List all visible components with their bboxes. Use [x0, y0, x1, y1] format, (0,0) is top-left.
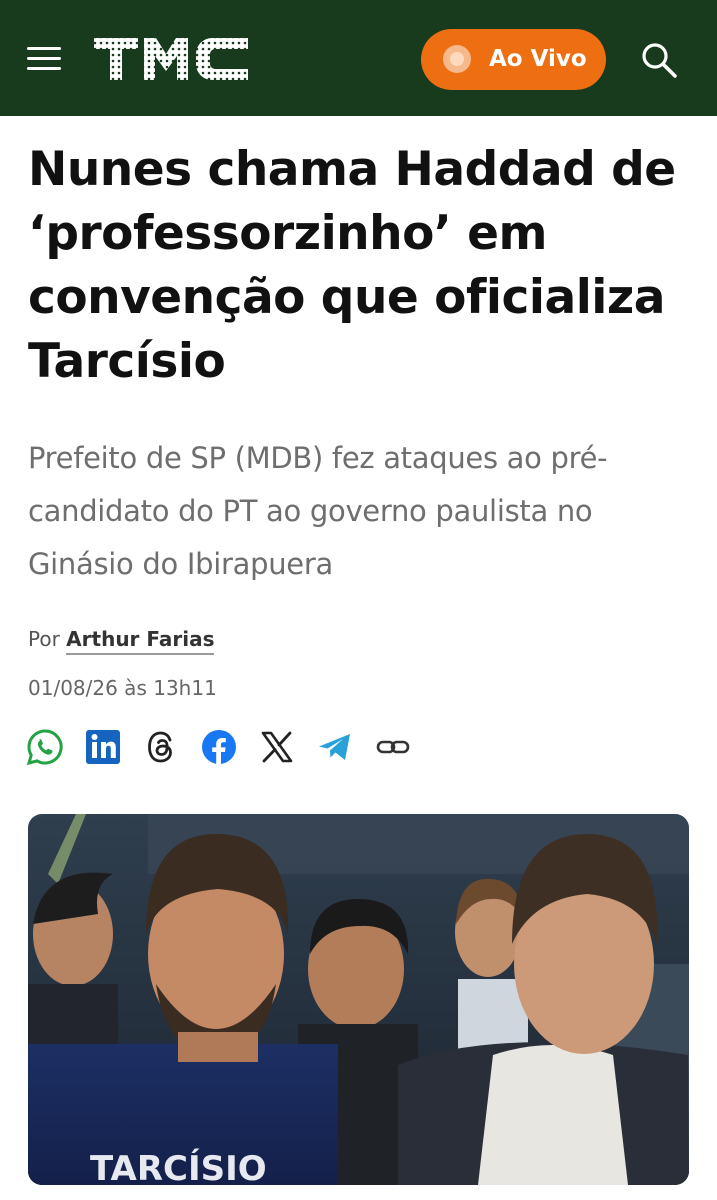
site-logo[interactable]: [92, 34, 252, 84]
article-subtitle: Prefeito de SP (MDB) fez ataques ao pré-…: [28, 441, 608, 581]
x-icon[interactable]: [258, 728, 296, 766]
facebook-icon[interactable]: [200, 728, 238, 766]
article-headline: Nunes chama Haddad de ‘professorzinho’ e…: [28, 142, 676, 389]
threads-icon[interactable]: [142, 728, 180, 766]
publish-datetime: 01/08/26 às 13h11: [28, 676, 217, 700]
menu-icon[interactable]: [27, 44, 63, 74]
search-icon[interactable]: [639, 40, 679, 80]
byline: Por Arthur Farias: [28, 624, 215, 655]
whatsapp-icon[interactable]: [26, 728, 64, 766]
article-photo: TARCÍSIO: [28, 814, 689, 1185]
telegram-icon[interactable]: [316, 728, 354, 766]
live-button[interactable]: Ao Vivo: [421, 29, 606, 90]
photo-illustration: TARCÍSIO: [28, 814, 689, 1185]
photo-shirt-text: TARCÍSIO: [90, 1148, 267, 1185]
byline-prefix: Por: [28, 627, 60, 651]
link-icon[interactable]: [374, 728, 412, 766]
linkedin-icon[interactable]: [84, 728, 122, 766]
live-label: Ao Vivo: [489, 46, 587, 72]
author-link[interactable]: Arthur Farias: [66, 627, 215, 655]
top-bar: Ao Vivo: [0, 0, 717, 116]
